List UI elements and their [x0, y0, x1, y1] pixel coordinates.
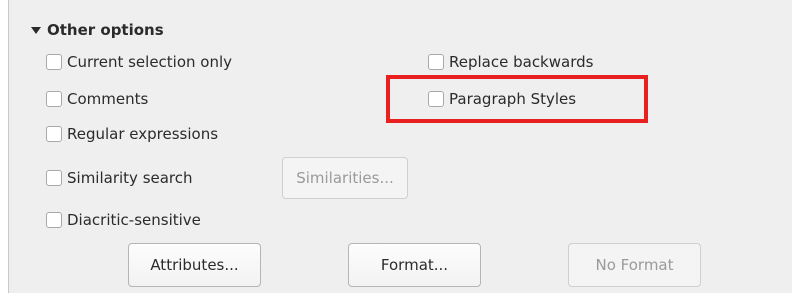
current-selection-only-checkbox[interactable] — [46, 54, 62, 70]
comments-checkbox[interactable] — [46, 91, 62, 107]
current-selection-only-label: Current selection only — [67, 53, 233, 71]
similarity-search-option[interactable]: Similarity search — [46, 169, 193, 187]
replace-backwards-option[interactable]: Replace backwards — [428, 53, 593, 71]
regular-expressions-label: Regular expressions — [67, 125, 219, 143]
replace-backwards-label: Replace backwards — [449, 53, 594, 71]
expand-triangle-icon — [31, 26, 41, 34]
attributes-button[interactable]: Attributes... — [128, 243, 261, 287]
diacritic-sensitive-label: Diacritic-sensitive — [67, 211, 201, 229]
diacritic-sensitive-checkbox[interactable] — [46, 212, 62, 228]
format-button[interactable]: Format... — [348, 243, 481, 287]
no-format-button[interactable]: No Format — [568, 243, 701, 287]
regular-expressions-checkbox[interactable] — [46, 126, 62, 142]
section-title: Other options — [47, 21, 164, 39]
similarities-button[interactable]: Similarities... — [282, 157, 408, 199]
other-options-panel: Other options Current selection only Com… — [8, 0, 792, 293]
replace-backwards-checkbox[interactable] — [428, 54, 444, 70]
similarity-search-label: Similarity search — [67, 169, 193, 187]
other-options-expander[interactable]: Other options — [31, 21, 164, 39]
current-selection-only-option[interactable]: Current selection only — [46, 53, 232, 71]
diacritic-sensitive-option[interactable]: Diacritic-sensitive — [46, 211, 201, 229]
comments-label: Comments — [67, 90, 149, 108]
paragraph-styles-highlight-box — [386, 75, 648, 123]
comments-option[interactable]: Comments — [46, 90, 148, 108]
similarity-search-checkbox[interactable] — [46, 170, 62, 186]
regular-expressions-option[interactable]: Regular expressions — [46, 125, 218, 143]
